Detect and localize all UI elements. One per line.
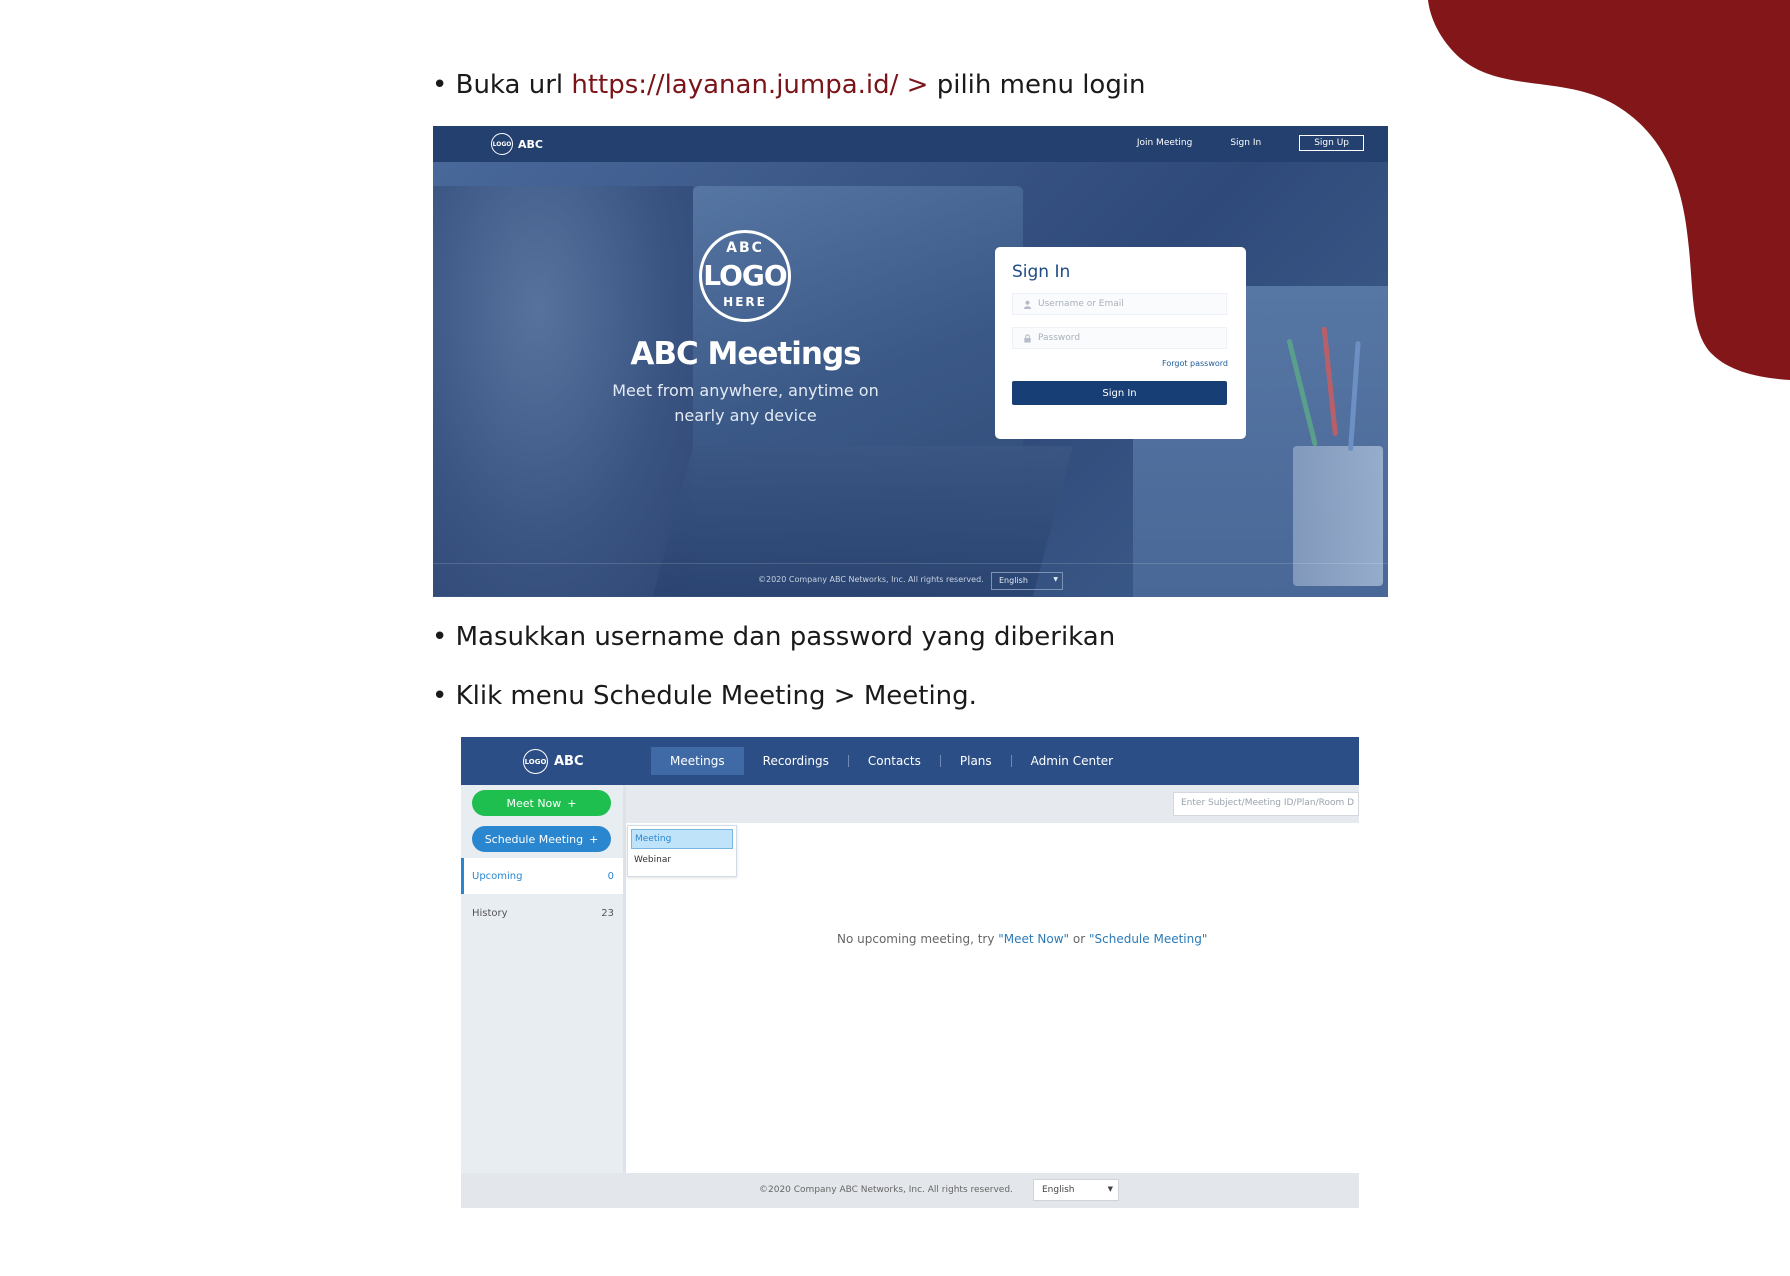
tab-admin-center[interactable]: Admin Center bbox=[1012, 747, 1132, 775]
sign-in-card: Sign In Username or Email Password Forgo… bbox=[995, 247, 1246, 439]
step-1-prefix: • Buka url bbox=[432, 70, 572, 100]
login-top-bar: LOGO ABC Join Meeting Sign In Sign Up bbox=[433, 126, 1388, 162]
plus-icon: + bbox=[567, 796, 577, 810]
sign-in-title: Sign In bbox=[1012, 262, 1071, 282]
search-bar: Enter Subject/Meeting ID/Plan/Room D bbox=[626, 785, 1359, 823]
sidebar-item-count: 23 bbox=[601, 907, 614, 919]
plus-icon: + bbox=[589, 832, 599, 846]
sidebar-item-label: History bbox=[472, 907, 508, 919]
language-select[interactable]: English ▼ bbox=[1033, 1179, 1119, 1201]
brand[interactable]: LOGO ABC bbox=[491, 133, 543, 155]
forgot-password-link[interactable]: Forgot password bbox=[1162, 359, 1228, 368]
step-1-suffix: pilih menu login bbox=[928, 70, 1146, 100]
app-top-bar: LOGO ABC Meetings Recordings Contacts Pl… bbox=[461, 737, 1359, 785]
meetings-screenshot: LOGO ABC Meetings Recordings Contacts Pl… bbox=[461, 737, 1359, 1208]
join-meeting-link[interactable]: Join Meeting bbox=[1137, 138, 1193, 148]
hero-logo-bottom-text: HERE bbox=[723, 295, 767, 309]
instruction-step-3: • Klik menu Schedule Meeting > Meeting. bbox=[432, 681, 977, 711]
language-value: English bbox=[1042, 1185, 1075, 1195]
login-screenshot: LOGO ABC Join Meeting Sign In Sign Up AB… bbox=[433, 126, 1388, 597]
sidebar-item-upcoming[interactable]: Upcoming 0 bbox=[461, 858, 623, 894]
empty-state-or: or bbox=[1069, 932, 1089, 946]
main-tabs: Meetings Recordings Contacts Plans Admin… bbox=[651, 747, 1132, 775]
sign-up-button[interactable]: Sign Up bbox=[1299, 135, 1364, 151]
menu-item-webinar[interactable]: Webinar bbox=[631, 851, 733, 871]
tab-recordings[interactable]: Recordings bbox=[744, 747, 848, 775]
password-field[interactable]: Password bbox=[1012, 327, 1227, 349]
lock-icon bbox=[1024, 333, 1031, 343]
language-value: English bbox=[999, 576, 1028, 585]
user-icon bbox=[1023, 300, 1032, 309]
meet-now-link[interactable]: "Meet Now" bbox=[998, 932, 1069, 946]
login-footer: ©2020 Company ABC Networks, Inc. All rig… bbox=[433, 563, 1388, 597]
schedule-meeting-button[interactable]: Schedule Meeting + bbox=[472, 826, 611, 852]
meet-now-button[interactable]: Meet Now + bbox=[472, 790, 611, 816]
schedule-dropdown-menu: Meeting Webinar bbox=[627, 825, 737, 877]
sidebar-item-label: Upcoming bbox=[472, 870, 523, 882]
sidebar-item-count: 0 bbox=[607, 870, 614, 882]
tab-plans[interactable]: Plans bbox=[941, 747, 1011, 775]
menu-item-meeting[interactable]: Meeting bbox=[631, 829, 733, 849]
search-input[interactable]: Enter Subject/Meeting ID/Plan/Room D bbox=[1173, 792, 1359, 816]
empty-state-text: No upcoming meeting, try bbox=[837, 932, 999, 946]
chevron-down-icon: ▼ bbox=[1053, 576, 1058, 583]
sign-in-button[interactable]: Sign In bbox=[1012, 381, 1227, 405]
language-select[interactable]: English ▼ bbox=[991, 572, 1063, 590]
instruction-step-1: • Buka url https://layanan.jumpa.id/ > p… bbox=[432, 70, 1146, 100]
meet-now-label: Meet Now bbox=[506, 796, 562, 810]
sidebar: Meet Now + Schedule Meeting + Upcoming 0… bbox=[461, 785, 626, 1173]
top-nav: Join Meeting Sign In Sign Up bbox=[1137, 135, 1364, 151]
sign-in-link[interactable]: Sign In bbox=[1230, 138, 1261, 148]
copyright-text: ©2020 Company ABC Networks, Inc. All rig… bbox=[758, 575, 984, 584]
password-placeholder: Password bbox=[1038, 333, 1081, 343]
hero-title: ABC Meetings bbox=[630, 336, 861, 372]
sidebar-item-history[interactable]: History 23 bbox=[461, 895, 623, 931]
tab-meetings[interactable]: Meetings bbox=[651, 747, 744, 775]
chevron-down-icon: ▼ bbox=[1107, 1185, 1113, 1193]
hero-logo: ABC LOGO HERE bbox=[699, 230, 791, 322]
schedule-meeting-link[interactable]: "Schedule Meeting" bbox=[1089, 932, 1207, 946]
brand[interactable]: LOGO ABC bbox=[523, 749, 584, 774]
hero-subtitle: Meet from anywhere, anytime on nearly an… bbox=[612, 381, 879, 425]
copyright-text: ©2020 Company ABC Networks, Inc. All rig… bbox=[759, 1185, 1013, 1195]
hero-logo-main-text: LOGO bbox=[703, 259, 787, 292]
brand-logo-icon: LOGO bbox=[491, 133, 513, 155]
url-link[interactable]: https://layanan.jumpa.id/ > bbox=[571, 70, 928, 100]
brand-name: ABC bbox=[518, 137, 543, 151]
brand-logo-icon: LOGO bbox=[523, 749, 548, 774]
username-placeholder: Username or Email bbox=[1038, 299, 1124, 309]
hero-logo-top-text: ABC bbox=[726, 240, 764, 256]
schedule-meeting-label: Schedule Meeting bbox=[484, 832, 584, 846]
empty-state-message: No upcoming meeting, try "Meet Now" or "… bbox=[837, 932, 1207, 946]
app-footer: ©2020 Company ABC Networks, Inc. All rig… bbox=[461, 1173, 1359, 1208]
tab-contacts[interactable]: Contacts bbox=[849, 747, 940, 775]
brand-name: ABC bbox=[554, 754, 584, 769]
username-field[interactable]: Username or Email bbox=[1012, 293, 1227, 315]
instruction-step-2: • Masukkan username dan password yang di… bbox=[432, 622, 1116, 652]
